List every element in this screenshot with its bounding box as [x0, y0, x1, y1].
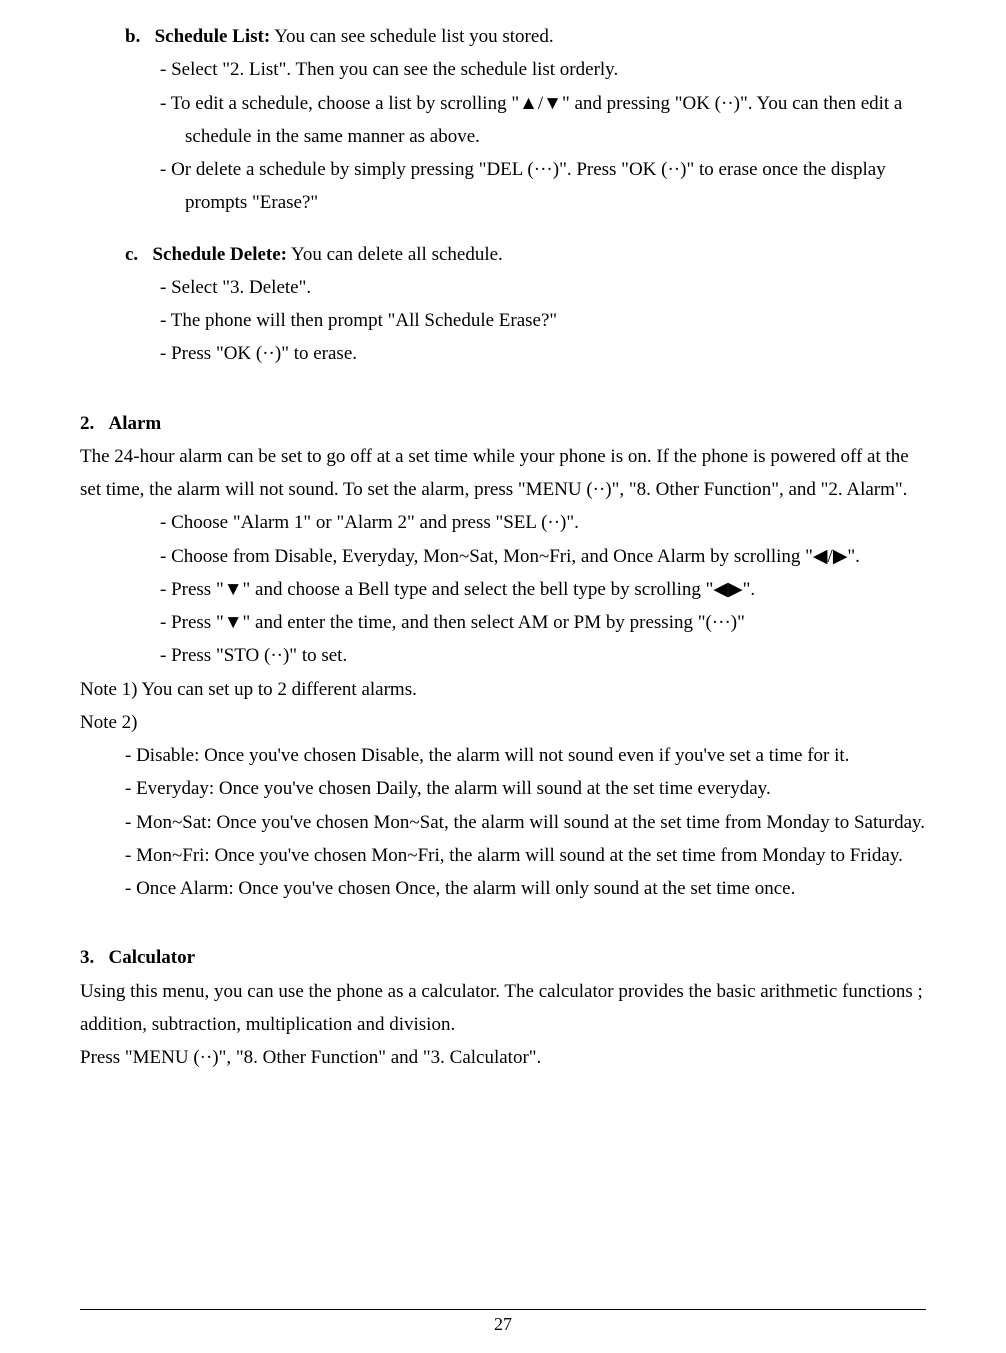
section-c-desc: You can delete all schedule. — [287, 244, 503, 265]
list-item-text: Select "3. Delete". — [171, 277, 311, 298]
list-item: - Everyday: Once you've chosen Daily, th… — [80, 772, 926, 805]
section-2-label: 2. — [80, 413, 94, 434]
list-item-text: Once Alarm: Once you've chosen Once, the… — [136, 878, 795, 899]
list-item: - Select "3. Delete". — [80, 271, 926, 304]
list-item: - Mon~Sat: Once you've chosen Mon~Sat, t… — [80, 806, 926, 839]
note-2-label: Note 2) — [80, 706, 926, 739]
bullet: - — [125, 778, 136, 799]
list-item: - To edit a schedule, choose a list by s… — [80, 87, 926, 154]
list-item-text: Or delete a schedule by simply pressing … — [171, 159, 886, 213]
document-page: b. Schedule List: You can see schedule l… — [0, 0, 1006, 1353]
list-item-text: The phone will then prompt "All Schedule… — [171, 310, 557, 331]
section-c-label: c. — [125, 244, 138, 265]
list-item-text: Everyday: Once you've chosen Daily, the … — [136, 778, 771, 799]
list-item-text: Press "OK (··)" to erase. — [171, 343, 357, 364]
bullet: - — [160, 343, 171, 364]
list-item: - The phone will then prompt "All Schedu… — [80, 304, 926, 337]
list-item: - Disable: Once you've chosen Disable, t… — [80, 739, 926, 772]
list-item: - Press "▼" and enter the time, and then… — [80, 606, 926, 639]
bullet: - — [125, 845, 136, 866]
section-2-title: Alarm — [109, 413, 162, 434]
section-3-label: 3. — [80, 947, 94, 968]
list-item-text: Choose from Disable, Everyday, Mon~Sat, … — [171, 546, 860, 567]
bullet: - — [125, 878, 136, 899]
list-item: - Press "OK (··)" to erase. — [80, 337, 926, 370]
list-item: - Press "STO (··)" to set. — [80, 639, 926, 672]
bullet: - — [125, 812, 136, 833]
bullet: - — [160, 59, 171, 80]
bullet: - — [160, 93, 171, 114]
section-3-heading: 3. Calculator — [80, 941, 926, 974]
section-2-heading: 2. Alarm — [80, 407, 926, 440]
list-item: - Press "▼" and choose a Bell type and s… — [80, 573, 926, 606]
section-3-p1: Using this menu, you can use the phone a… — [80, 975, 926, 1042]
section-2-intro: The 24-hour alarm can be set to go off a… — [80, 440, 926, 507]
bullet: - — [160, 310, 171, 331]
list-item: - Choose from Disable, Everyday, Mon~Sat… — [80, 540, 926, 573]
section-3-p2: Press "MENU (··)", "8. Other Function" a… — [80, 1041, 926, 1074]
list-item-text: Mon~Sat: Once you've chosen Mon~Sat, the… — [136, 812, 925, 833]
list-item-text: Select "2. List". Then you can see the s… — [171, 59, 618, 80]
page-footer: 27 — [80, 1309, 926, 1335]
section-b-label: b. — [125, 26, 140, 47]
section-b-title: Schedule List: — [155, 26, 271, 47]
section-c-title: Schedule Delete: — [152, 244, 287, 265]
list-item-text: Disable: Once you've chosen Disable, the… — [136, 745, 849, 766]
bullet: - — [125, 745, 136, 766]
list-item-text: Press "▼" and choose a Bell type and sel… — [171, 579, 755, 600]
list-item-text: Press "STO (··)" to set. — [171, 645, 347, 666]
page-number: 27 — [494, 1314, 512, 1334]
bullet: - — [160, 512, 171, 533]
bullet: - — [160, 159, 171, 180]
section-3-title: Calculator — [109, 947, 196, 968]
bullet: - — [160, 645, 171, 666]
list-item: - Mon~Fri: Once you've chosen Mon~Fri, t… — [80, 839, 926, 872]
list-item: - Select "2. List". Then you can see the… — [80, 53, 926, 86]
list-item-text: Choose "Alarm 1" or "Alarm 2" and press … — [171, 512, 579, 533]
note-1: Note 1) You can set up to 2 different al… — [80, 673, 926, 706]
bullet: - — [160, 546, 171, 567]
bullet: - — [160, 612, 171, 633]
list-item-text: To edit a schedule, choose a list by scr… — [171, 93, 903, 147]
section-b-desc: You can see schedule list you stored. — [270, 26, 553, 47]
list-item-text: Mon~Fri: Once you've chosen Mon~Fri, the… — [136, 845, 903, 866]
bullet: - — [160, 277, 171, 298]
list-item: - Choose "Alarm 1" or "Alarm 2" and pres… — [80, 506, 926, 539]
bullet: - — [160, 579, 171, 600]
list-item: - Or delete a schedule by simply pressin… — [80, 153, 926, 220]
section-b-heading: b. Schedule List: You can see schedule l… — [80, 20, 926, 53]
section-c-heading: c. Schedule Delete: You can delete all s… — [80, 238, 926, 271]
list-item: - Once Alarm: Once you've chosen Once, t… — [80, 872, 926, 905]
list-item-text: Press "▼" and enter the time, and then s… — [171, 612, 745, 633]
